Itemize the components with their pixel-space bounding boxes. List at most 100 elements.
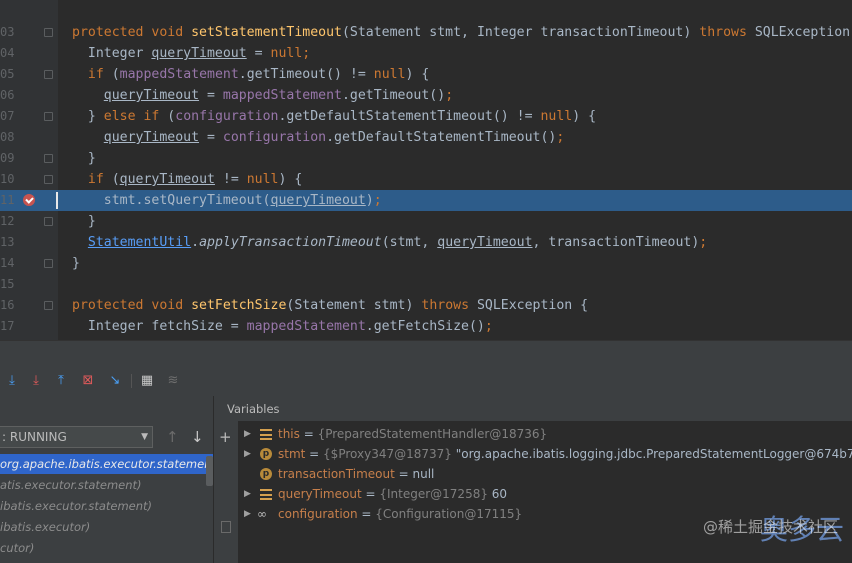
code-line[interactable]: 04 Integer queryTimeout = null; bbox=[0, 43, 852, 64]
fold-marker-icon[interactable] bbox=[44, 301, 53, 310]
trace-icon[interactable]: ≋ bbox=[165, 373, 181, 389]
code-text: Integer queryTimeout = null; bbox=[72, 45, 310, 62]
line-number: 15 bbox=[0, 277, 15, 291]
code-line[interactable]: 15 bbox=[0, 274, 852, 295]
code-line[interactable]: 06 queryTimeout = mappedStatement.getTim… bbox=[0, 85, 852, 106]
thread-selector[interactable]: : RUNNING ▼ bbox=[0, 426, 153, 448]
code-line[interactable]: 08 queryTimeout = configuration.getDefau… bbox=[0, 127, 852, 148]
code-editor[interactable]: 03 protected void setStatementTimeout(Sta… bbox=[0, 0, 852, 340]
code-text: } bbox=[72, 255, 80, 272]
code-token: ) { bbox=[572, 109, 597, 124]
code-token: queryTimeout bbox=[119, 172, 215, 187]
frames-scrollbar[interactable] bbox=[206, 456, 213, 486]
line-number: 17 bbox=[0, 319, 15, 333]
line-number: 13 bbox=[0, 235, 15, 249]
breakpoint-icon[interactable] bbox=[23, 194, 35, 206]
variable-row[interactable]: p transactionTimeout = null bbox=[240, 464, 852, 484]
code-text: stmt.setQueryTimeout(queryTimeout); bbox=[72, 192, 382, 209]
code-token: queryTimeout bbox=[437, 235, 533, 250]
evaluate-icon[interactable]: ▦ bbox=[139, 373, 155, 389]
variable-value: 60 bbox=[487, 487, 508, 501]
code-line[interactable]: 05 if (mappedStatement.getTimeout() != n… bbox=[0, 64, 852, 85]
code-token: .getDefaultStatementTimeout() bbox=[326, 130, 557, 145]
code-line[interactable]: 17 Integer fetchSize = mappedStatement.g… bbox=[0, 316, 852, 337]
stack-frame[interactable]: org.apache.ibatis.executor.statement) bbox=[0, 454, 213, 474]
code-token: mappedStatement bbox=[246, 319, 366, 334]
code-line[interactable]: 14} bbox=[0, 253, 852, 274]
code-token: null bbox=[246, 172, 279, 187]
frame-up-icon[interactable]: ↑ bbox=[166, 428, 179, 446]
watch-field-icon: ∞ bbox=[257, 507, 267, 521]
variable-text: queryTimeout = {Integer@17258} 60 bbox=[278, 484, 507, 504]
line-number: 07 bbox=[0, 109, 15, 123]
code-token: queryTimeout bbox=[151, 46, 247, 61]
code-token: mappedStatement bbox=[222, 88, 342, 103]
copy-icon[interactable] bbox=[221, 521, 231, 533]
fold-marker-icon[interactable] bbox=[44, 154, 53, 163]
fold-marker-icon[interactable] bbox=[44, 112, 53, 121]
code-token: , transactionTimeout) bbox=[532, 235, 700, 250]
line-number: 09 bbox=[0, 151, 15, 165]
expand-arrow-icon[interactable]: ▶ bbox=[244, 484, 251, 504]
code-token: protected bbox=[72, 25, 152, 40]
expand-arrow-icon[interactable]: ▶ bbox=[244, 444, 251, 464]
variable-text: this = {PreparedStatementHandler@18736} bbox=[278, 424, 547, 444]
stack-frame[interactable]: atis.executor.statement) bbox=[0, 475, 213, 495]
line-number: 16 bbox=[0, 298, 15, 312]
code-line[interactable]: 10 if (queryTimeout != null) { bbox=[0, 169, 852, 190]
code-token: ; bbox=[302, 46, 311, 61]
code-line[interactable]: 13 StatementUtil.applyTransactionTimeout… bbox=[0, 232, 852, 253]
current-execution-line[interactable]: 11 stmt.setQueryTimeout(queryTimeout); bbox=[0, 190, 852, 211]
variable-name: configuration bbox=[278, 507, 358, 521]
code-token: if bbox=[87, 67, 112, 82]
new-watch-icon[interactable]: + bbox=[219, 428, 232, 446]
code-token: . bbox=[191, 235, 200, 250]
code-line[interactable]: 03 protected void setStatementTimeout(Sta… bbox=[0, 22, 852, 43]
step-over-icon[interactable]: ⤓ bbox=[4, 373, 20, 389]
code-line[interactable]: 16 protected void setFetchSize(Statement … bbox=[0, 295, 852, 316]
variable-row[interactable]: ▶ p stmt = {$Proxy347@18737} "org.apache.i… bbox=[240, 444, 852, 464]
stack-frame[interactable]: ibatis.executor) bbox=[0, 517, 213, 537]
code-token: ; bbox=[445, 88, 454, 103]
stack-frame[interactable]: cutor) bbox=[0, 538, 213, 558]
fold-marker-icon[interactable] bbox=[44, 175, 53, 184]
step-out-icon[interactable]: ⤒ bbox=[53, 373, 69, 389]
code-token: queryTimeout bbox=[103, 130, 200, 145]
line-number: 08 bbox=[0, 130, 15, 144]
code-line[interactable]: 12 } bbox=[0, 211, 852, 232]
frames-panel: : RUNNING ▼ ↑ ↓ org.apache.ibatis.executo… bbox=[0, 396, 214, 563]
line-number: 14 bbox=[0, 256, 15, 270]
variable-name: this bbox=[278, 427, 300, 441]
code-token: null bbox=[270, 46, 303, 61]
run-to-cursor-icon[interactable]: ↘ bbox=[107, 373, 123, 389]
drop-frame-icon[interactable]: ⊠ bbox=[80, 373, 96, 389]
code-token: ; bbox=[484, 319, 493, 334]
code-token: ; bbox=[556, 130, 565, 145]
expand-arrow-icon[interactable]: ▶ bbox=[244, 424, 251, 444]
line-number: 10 bbox=[0, 172, 15, 186]
code-text: protected void setStatementTimeout(State… bbox=[72, 24, 850, 41]
stack-frame[interactable]: ibatis.executor.statement) bbox=[0, 496, 213, 516]
code-token: ) { bbox=[278, 172, 303, 187]
step-into-icon[interactable]: ⤓ bbox=[28, 373, 44, 389]
code-token: } bbox=[72, 109, 104, 124]
code-text: StatementUtil.applyTransactionTimeout(st… bbox=[72, 234, 707, 251]
variable-text: transactionTimeout = null bbox=[278, 464, 434, 484]
expand-arrow-icon[interactable]: ▶ bbox=[244, 504, 251, 524]
code-line[interactable]: 07 } else if (configuration.getDefaultSt… bbox=[0, 106, 852, 127]
code-token: ) bbox=[365, 193, 374, 208]
fold-marker-icon[interactable] bbox=[44, 70, 53, 79]
field-icon bbox=[260, 429, 272, 440]
fold-marker-icon[interactable] bbox=[44, 217, 53, 226]
fold-marker-icon[interactable] bbox=[44, 259, 53, 268]
code-line[interactable] bbox=[0, 1, 852, 22]
code-token: mappedStatement bbox=[119, 67, 239, 82]
code-token: configuration bbox=[175, 109, 279, 124]
variable-row[interactable]: ▶ this = {PreparedStatementHandler@18736} bbox=[240, 424, 852, 444]
variable-row[interactable]: ▶ queryTimeout = {Integer@17258} 60 bbox=[240, 484, 852, 504]
fold-marker-icon[interactable] bbox=[44, 28, 53, 37]
line-number: 05 bbox=[0, 67, 15, 81]
code-line[interactable]: 09 } bbox=[0, 148, 852, 169]
frame-down-icon[interactable]: ↓ bbox=[191, 428, 204, 446]
